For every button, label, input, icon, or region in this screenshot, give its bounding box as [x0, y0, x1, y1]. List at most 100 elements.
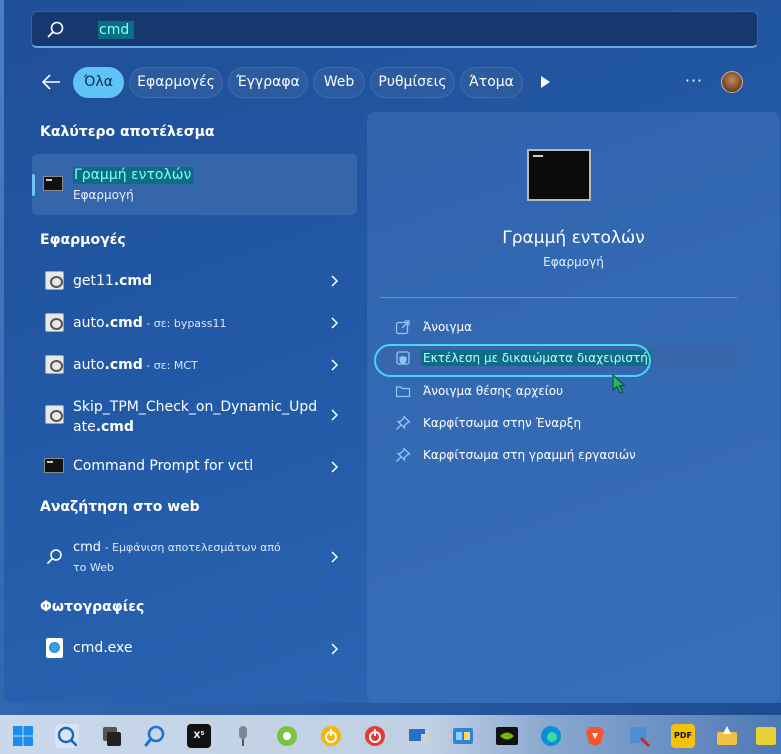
paint-app-icon[interactable] [715, 724, 739, 748]
selection-accent [32, 174, 35, 196]
best-match-item[interactable]: Γραμμή εντολών Εφαρμογή [32, 154, 357, 215]
action-open-file-location-label: Άνοιγμα θέσης αρχείου [423, 384, 564, 398]
taskbar-search-icon[interactable] [55, 724, 79, 748]
chevron-right-icon[interactable] [329, 643, 339, 655]
action-run-as-admin[interactable]: Εκτέλεση με δικαιώματα διαχειριστή [374, 344, 737, 372]
command-prompt-icon [43, 176, 63, 191]
action-pin-to-taskbar-label: Καρφίτσωμα στη γραμμή εργασιών [423, 448, 636, 462]
app-item-ext: .cmd [95, 419, 134, 435]
filter-chip-documents[interactable]: Έγγραφα [228, 67, 308, 98]
apps-heading: Εφαρμογές [40, 232, 126, 248]
detail-subtitle: Εφαρμογή [543, 255, 604, 269]
app-item-name: Command Prompt for vctl [73, 458, 254, 474]
action-open-label: Άνοιγμα [423, 320, 473, 334]
folder-icon [395, 386, 411, 398]
app-item-auto-bypass11[interactable]: auto.cmd - σε: bypass11 [32, 312, 357, 334]
chevron-right-icon[interactable] [329, 409, 339, 421]
chevron-right-icon[interactable] [329, 461, 339, 473]
task-view-icon[interactable] [99, 724, 123, 748]
best-match-subtitle: Εφαρμογή [73, 188, 134, 202]
app-item-ext: .cmd [113, 273, 153, 289]
app-item-ext: .cmd [104, 357, 143, 373]
script-file-icon [45, 271, 64, 290]
best-match-heading: Καλύτερο αποτέλεσμα [40, 124, 215, 140]
user-avatar[interactable] [721, 71, 743, 93]
xplorer-app-icon[interactable]: X⁵ [187, 724, 211, 748]
action-open-file-location[interactable]: Άνοιγμα θέσης αρχείου [374, 377, 737, 405]
command-prompt-large-icon [527, 149, 591, 201]
search-icon [47, 21, 64, 38]
pin-icon [396, 447, 411, 462]
taskbar: X⁵ PDF [0, 715, 781, 754]
brave-browser-icon[interactable] [583, 724, 607, 748]
app-item-auto-mct[interactable]: auto.cmd - σε: MCT [32, 354, 357, 376]
detail-pane: Γραμμή εντολών Εφαρμογή Άνοιγμα Εκτέλεση… [367, 112, 780, 703]
filter-chip-settings[interactable]: Ρυθμίσεις [370, 67, 455, 98]
action-open[interactable]: Άνοιγμα [374, 313, 737, 341]
fonts-app-icon[interactable] [755, 724, 777, 748]
chevron-right-icon[interactable] [329, 317, 339, 329]
filter-chip-people[interactable]: Άτομα [460, 67, 523, 98]
app-item-name: Skip_TPM_Check_on_Dynamic_Upd [73, 399, 318, 415]
app-item-location: - σε: MCT [142, 359, 198, 372]
more-filters-play-icon[interactable] [538, 75, 552, 89]
web-search-description: - Εμφάνιση αποτελεσμάτων από [101, 541, 281, 554]
command-prompt-icon [44, 458, 64, 473]
action-pin-to-start[interactable]: Καρφίτσωμα στην Έναρξη [374, 409, 737, 437]
app-item-name: auto [73, 315, 105, 331]
microphone-icon[interactable] [231, 724, 255, 748]
mouse-cursor-icon [612, 374, 626, 394]
app-item-command-prompt-vctl[interactable]: Command Prompt for vctl [32, 456, 357, 478]
red-power-icon[interactable] [363, 724, 387, 748]
power-app-icon[interactable] [319, 724, 343, 748]
action-pin-to-taskbar[interactable]: Καρφίτσωμα στη γραμμή εργασιών [374, 441, 737, 469]
web-search-heading: Αναζήτηση στο web [40, 499, 200, 515]
search-input[interactable]: cmd [98, 21, 134, 39]
app-item-ext: .cmd [104, 315, 143, 331]
app-item-name: get11 [73, 273, 114, 289]
control-panel-icon[interactable] [451, 724, 475, 748]
script-file-icon [45, 355, 64, 374]
back-arrow-icon[interactable] [40, 72, 62, 92]
photos-heading: Φωτογραφίες [40, 599, 145, 615]
photo-file-icon [46, 638, 63, 658]
photo-item-ext: .exe [103, 640, 133, 656]
computer-management-icon[interactable] [407, 724, 431, 748]
action-pin-to-start-label: Καρφίτσωμα στην Έναρξη [423, 416, 582, 430]
chevron-right-icon[interactable] [329, 275, 339, 287]
registry-tool-icon[interactable] [627, 724, 651, 748]
edge-browser-icon[interactable] [539, 724, 563, 748]
best-match-title: Γραμμή εντολών [73, 167, 195, 184]
app-item-name: auto [73, 357, 105, 373]
open-external-icon [395, 320, 410, 335]
app-item-skip-tpm-check[interactable]: Skip_TPM_Check_on_Dynamic_Upd ate.cmd [32, 396, 357, 438]
script-file-icon [45, 405, 64, 424]
nvidia-icon[interactable] [495, 724, 519, 748]
filter-chip-web[interactable]: Web [313, 67, 365, 98]
action-run-as-admin-label: Εκτέλεση με δικαιώματα διαχειριστή [421, 350, 651, 366]
photo-item-cmd-exe[interactable]: cmd.exe [32, 638, 357, 660]
web-search-item[interactable]: cmd - Εμφάνιση αποτελεσμάτων από το Web [32, 540, 357, 578]
detail-title: Γραμμή εντολών [502, 228, 645, 248]
web-search-description-continued: το Web [73, 561, 114, 574]
search-bar[interactable]: cmd [31, 11, 758, 48]
green-app-icon[interactable] [275, 724, 299, 748]
chevron-right-icon[interactable] [329, 551, 339, 563]
app-item-get11[interactable]: get11.cmd [32, 270, 357, 292]
app-item-location: - σε: bypass11 [142, 317, 227, 330]
more-options-button[interactable]: ··· [684, 72, 704, 92]
pin-icon [396, 415, 411, 430]
shield-admin-icon [396, 351, 410, 365]
pdf-app-icon[interactable]: PDF [671, 724, 695, 748]
script-file-icon [45, 313, 64, 332]
filter-chip-apps[interactable]: Εφαρμογές [129, 67, 223, 98]
windows-start-icon[interactable] [11, 724, 35, 748]
web-search-query: cmd [73, 540, 102, 555]
photo-item-name: cmd [73, 640, 104, 656]
web-search-icon [47, 549, 62, 564]
everything-search-icon[interactable] [143, 724, 167, 748]
app-item-name-continued: ate [73, 419, 96, 435]
filter-chip-all[interactable]: Όλα [73, 67, 124, 98]
detail-divider [380, 297, 737, 298]
chevron-right-icon[interactable] [329, 359, 339, 371]
